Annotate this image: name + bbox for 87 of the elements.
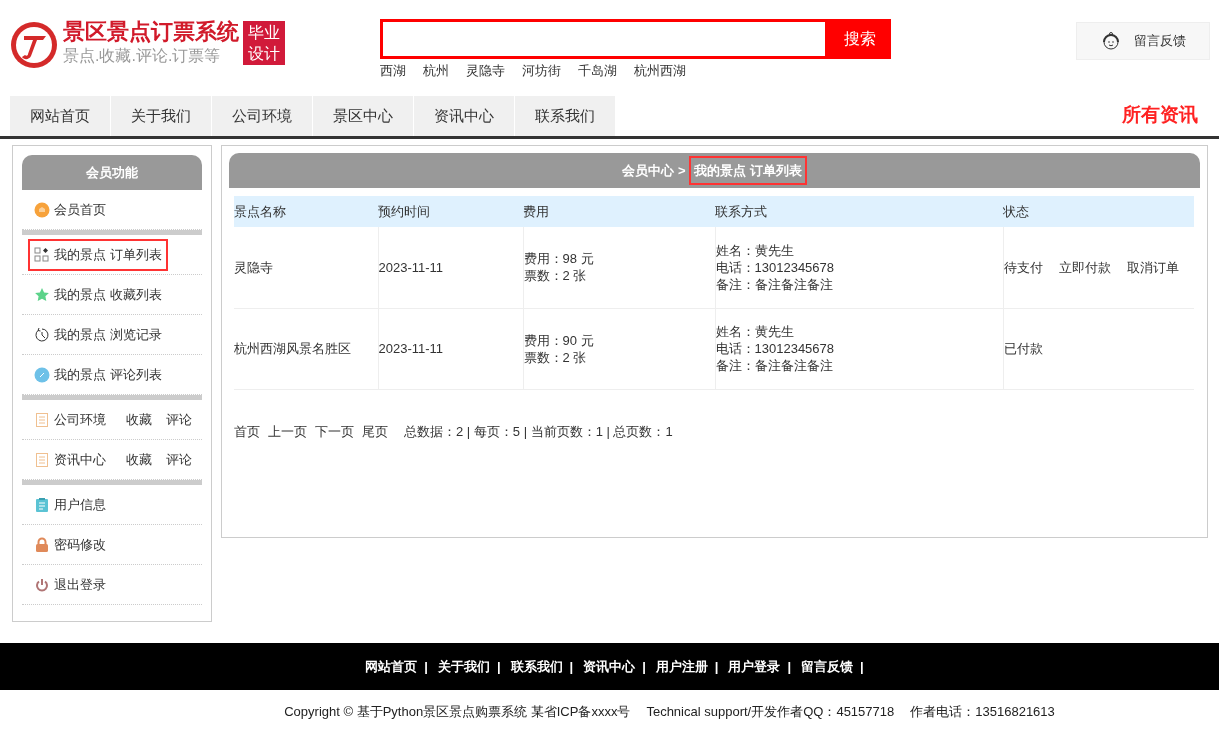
breadcrumb-separator: > — [677, 161, 686, 180]
fee-cell-text: 费用：90 元 票数：2 张 — [523, 331, 595, 366]
hot-search-link[interactable]: 灵隐寺 — [466, 61, 505, 81]
nav-tab[interactable]: 资讯中心 — [414, 96, 515, 136]
document-icon — [34, 451, 50, 468]
site-subtitle: 景点.收藏.评论.订票等 — [63, 46, 222, 66]
support-text: Technical support/开发作者QQ：45157718 — [646, 703, 895, 721]
pagination-link[interactable]: 尾页 — [362, 421, 388, 441]
nav-tab[interactable]: 景区中心 — [313, 96, 414, 136]
footer-separator: | — [569, 657, 574, 676]
sidebar-item[interactable]: 我的景点 评论列表 — [28, 358, 168, 391]
sidebar-item[interactable]: 密码修改 — [28, 528, 112, 561]
hot-search-link[interactable]: 西湖 — [380, 61, 406, 81]
comment-circle-icon — [34, 366, 50, 383]
column-header: 联系方式 — [715, 196, 1003, 227]
order-action-link[interactable]: 取消订单 — [1126, 257, 1179, 277]
headset-person-icon — [1100, 30, 1122, 52]
home-circle-icon — [34, 201, 50, 218]
table-cell: 2023-11-11 — [378, 227, 523, 308]
pagination-link[interactable]: 首页 — [234, 421, 260, 441]
sidebar-item[interactable]: 退出登录 — [28, 568, 112, 601]
site-title: 景区景点订票系统 — [63, 19, 239, 45]
sidebar-sub-link[interactable]: 收藏 — [126, 449, 152, 470]
search-button[interactable]: 搜索 — [828, 19, 891, 59]
sidebar-sub-link[interactable]: 评论 — [166, 409, 192, 430]
lock-icon — [34, 536, 50, 553]
sidebar-item[interactable]: 我的景点 订单列表 — [28, 238, 168, 271]
footer-link[interactable]: 资讯中心 — [583, 656, 636, 677]
footer-link[interactable]: 用户登录 — [728, 656, 781, 677]
column-header: 景点名称 — [234, 196, 378, 227]
sidebar-item[interactable]: 我的景点 浏览记录 — [28, 318, 168, 351]
footer-link[interactable]: 留言反馈 — [801, 656, 854, 677]
clipboard-icon — [34, 496, 50, 513]
footer-separator: | — [714, 657, 719, 676]
sidebar-item[interactable]: 公司环境 — [28, 403, 112, 436]
phone-text: 作者电话：13516821613 — [910, 703, 1055, 721]
power-icon — [34, 576, 50, 593]
nav-tab[interactable]: 联系我们 — [515, 96, 616, 136]
document-icon — [34, 411, 50, 428]
nav-tab[interactable]: 公司环境 — [212, 96, 313, 136]
hot-search-link[interactable]: 千岛湖 — [578, 61, 617, 81]
feedback-button[interactable]: 留言反馈 — [1076, 22, 1210, 60]
hot-search-link[interactable]: 杭州西湖 — [634, 61, 686, 81]
sidebar-item[interactable]: 资讯中心 — [28, 443, 112, 476]
nav-tab[interactable]: 关于我们 — [111, 96, 212, 136]
contact-cell-text: 姓名：黄先生 电话：13012345678 备注：备注备注备注 — [715, 241, 836, 293]
grid-icon — [34, 246, 50, 263]
table-cell: 灵隐寺 — [234, 227, 378, 308]
footer-link[interactable]: 关于我们 — [437, 656, 490, 677]
star-icon — [34, 286, 50, 303]
pagination-link[interactable]: 上一页 — [268, 421, 307, 441]
footer-link[interactable]: 网站首页 — [365, 656, 418, 677]
contact-cell-text: 姓名：黄先生 电话：13012345678 备注：备注备注备注 — [715, 323, 836, 374]
column-header: 状态 — [1003, 196, 1194, 227]
sidebar-sub-link[interactable]: 收藏 — [126, 409, 152, 430]
footer-separator: | — [642, 657, 646, 676]
sidebar-sub-link[interactable]: 评论 — [166, 449, 192, 470]
hot-search-link[interactable]: 河坊街 — [522, 61, 561, 81]
order-action-link[interactable]: 立即付款 — [1058, 257, 1111, 277]
breadcrumb-current: 我的景点 订单列表 — [689, 155, 808, 186]
table-cell: 杭州西湖风景名胜区 — [234, 308, 378, 389]
footer-separator: | — [787, 657, 792, 676]
clock-icon — [34, 326, 50, 343]
sidebar-item[interactable]: 会员首页 — [28, 193, 112, 226]
footer-separator: | — [860, 657, 864, 676]
logo-icon — [10, 21, 58, 69]
graduation-badge: 毕业 设计 — [243, 21, 285, 65]
copyright-text: Copyright © 基于Python景区景点购票系统 某省ICP备xxxx号 — [284, 703, 631, 721]
footer-link[interactable]: 联系我们 — [510, 656, 563, 677]
search-field[interactable] — [380, 19, 828, 59]
column-header: 费用 — [523, 196, 715, 227]
pagination-summary: 总数据：2 | 每页：5 | 当前页数：1 | 总页数：1 — [404, 422, 673, 441]
order-status: 待支付 — [1003, 258, 1043, 277]
footer-link[interactable]: 用户注册 — [655, 656, 708, 677]
fee-cell-text: 费用：98 元 票数：2 张 — [523, 250, 595, 285]
table-cell: 2023-11-11 — [378, 308, 523, 389]
sidebar-title: 会员功能 — [22, 155, 202, 190]
nav-tab[interactable]: 网站首页 — [10, 96, 111, 136]
pagination-link[interactable]: 下一页 — [315, 421, 354, 441]
footer-separator: | — [424, 657, 428, 676]
order-status: 已付款 — [1003, 339, 1043, 358]
column-header: 预约时间 — [378, 196, 523, 227]
footer-separator: | — [496, 657, 501, 676]
sidebar-item[interactable]: 用户信息 — [28, 488, 112, 521]
all-news-link[interactable]: 所有资讯 — [1122, 100, 1198, 129]
sidebar-item[interactable]: 我的景点 收藏列表 — [28, 278, 168, 311]
hot-search-link[interactable]: 杭州 — [423, 61, 449, 81]
